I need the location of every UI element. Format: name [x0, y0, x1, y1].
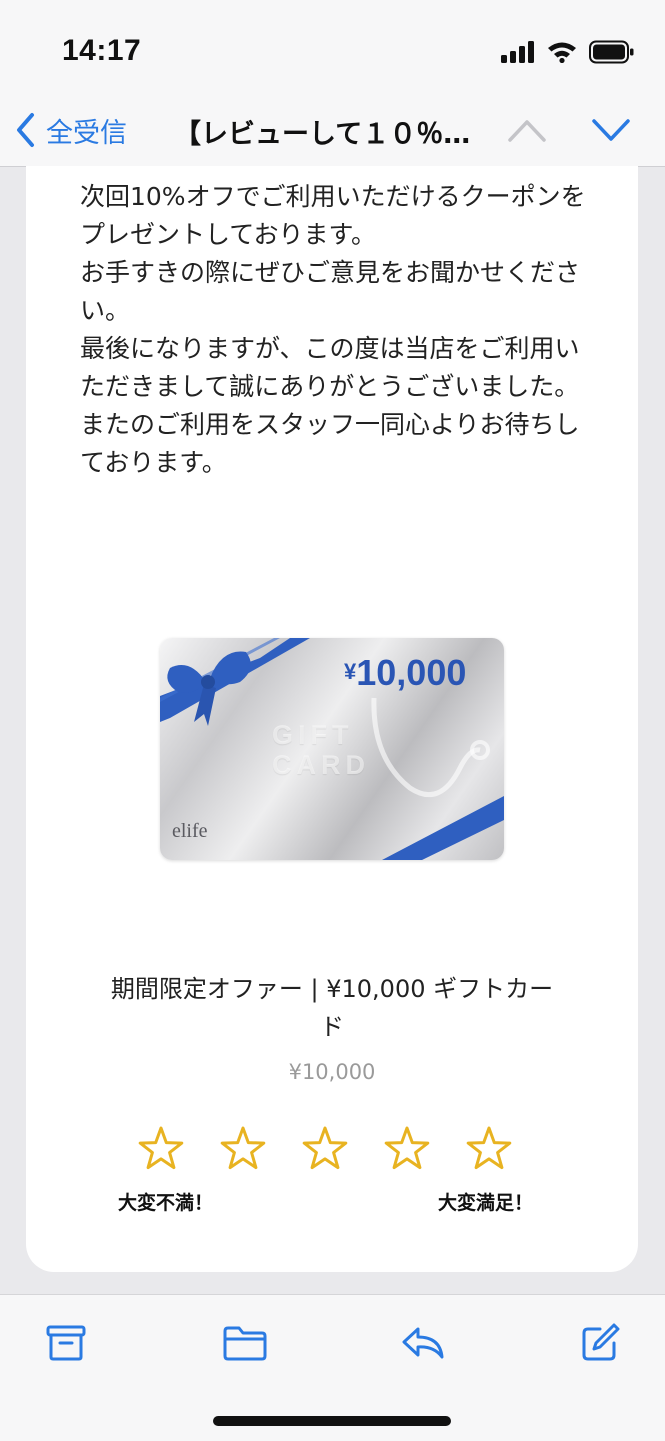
back-button[interactable]: 全受信 — [14, 108, 127, 152]
reply-icon — [402, 1327, 444, 1359]
message-paragraph: またのご利用をスタッフ一同心よりお待ちしております。 — [80, 410, 580, 477]
currency-symbol: ¥ — [344, 659, 357, 684]
status-icons — [501, 38, 635, 66]
battery-icon — [589, 40, 634, 64]
mail-subject: 【レビューして１０％オ… — [174, 119, 492, 148]
star-4-button[interactable] — [382, 1124, 432, 1174]
star-icon — [220, 1126, 266, 1170]
reply-button[interactable] — [400, 1323, 446, 1363]
star-icon — [466, 1126, 512, 1170]
wifi-icon — [548, 42, 576, 63]
next-message-button[interactable] — [590, 112, 632, 148]
message-paragraph: お手すきの際にぜひご意見をお聞かせください。 — [80, 258, 581, 325]
star-2-button[interactable] — [218, 1124, 268, 1174]
status-bar: 14:17 — [0, 0, 665, 100]
archive-icon — [46, 1325, 86, 1361]
product-name[interactable]: 期間限定オファー | ¥10,000 ギフトカード — [106, 970, 558, 1046]
gift-card-amount: ¥10,000 — [344, 652, 466, 694]
move-to-folder-button[interactable] — [222, 1323, 268, 1363]
star-icon — [138, 1126, 184, 1170]
rating-label-high: 大変満足！ — [438, 1192, 534, 1214]
message-body: 次回10%オフでご利用いただけるクーポンをプレゼントしております。 お手すきの際… — [80, 178, 590, 482]
gift-card-word: GIFT CARD — [272, 720, 370, 780]
star-icon — [302, 1126, 348, 1170]
gift-card-image[interactable]: ¥10,000 GIFT CARD elife — [160, 638, 504, 860]
mail-body-card: 次回10%オフでご利用いただけるクーポンをプレゼントしております。 お手すきの際… — [26, 166, 638, 1272]
chevron-down-icon — [592, 119, 630, 141]
product-price: ¥10,000 — [288, 1060, 376, 1084]
message-paragraph: 次回10%オフでご利用いただけるクーポンをプレゼントしております。 — [80, 182, 586, 249]
home-indicator[interactable] — [213, 1416, 451, 1426]
chevron-up-icon — [508, 120, 546, 142]
star-rating — [136, 1124, 536, 1174]
star-5-button[interactable] — [464, 1124, 514, 1174]
folder-icon — [223, 1326, 267, 1361]
star-1-button[interactable] — [136, 1124, 186, 1174]
star-icon — [384, 1126, 430, 1170]
star-3-button[interactable] — [300, 1124, 350, 1174]
signal-icon — [501, 41, 534, 63]
brand-logo: elife — [172, 820, 208, 842]
back-label: 全受信 — [46, 117, 127, 149]
archive-button[interactable] — [46, 1323, 86, 1363]
status-time: 14:17 — [62, 34, 142, 67]
rating-label-low: 大変不満！ — [118, 1192, 214, 1214]
mail-nav-bar: 全受信 【レビューして１０％オ… — [0, 100, 665, 167]
gift-card-amount-value: 10,000 — [356, 652, 467, 693]
previous-message-button[interactable] — [506, 112, 548, 148]
message-paragraph: 最後になりますが、この度は当店をご利用いただきまして誠にありがとうございました。 — [80, 334, 580, 401]
chevron-left-icon — [17, 113, 34, 147]
compose-button[interactable] — [580, 1323, 620, 1363]
compose-icon — [582, 1323, 620, 1361]
